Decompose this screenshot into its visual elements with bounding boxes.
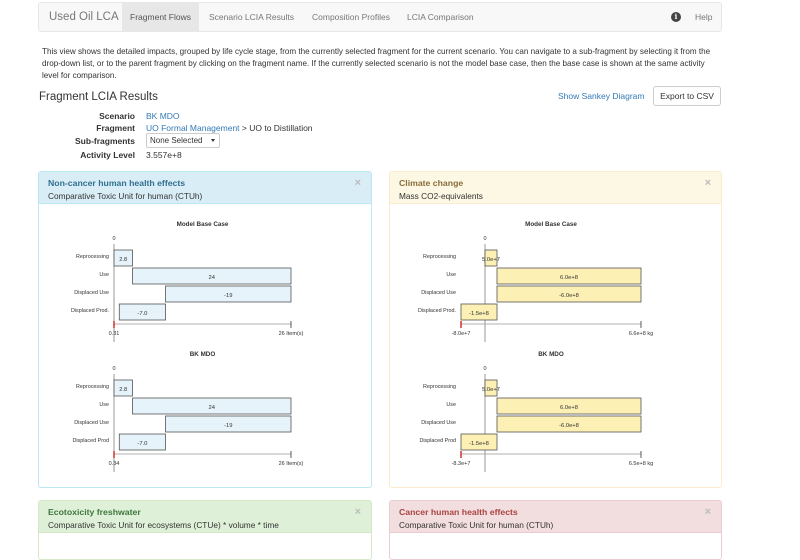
zero-label: 0 xyxy=(112,236,115,242)
panel-header: Ecotoxicity freshwater Comparative Toxic… xyxy=(39,501,371,533)
brand[interactable]: Used Oil LCA xyxy=(49,11,119,23)
stage-label: Use xyxy=(446,272,456,278)
zero-label: 0 xyxy=(112,366,115,372)
close-icon[interactable]: × xyxy=(705,506,711,518)
axis-min-label: -8.0e+7 xyxy=(452,331,471,337)
stage-label: Reprocessing xyxy=(423,254,456,260)
axis-min-label: -8.3e+7 xyxy=(452,461,471,467)
stage-label: Displaced Prod xyxy=(72,438,109,444)
chart-title: BK MDO xyxy=(190,351,216,358)
show-sankey-link[interactable]: Show Sankey Diagram xyxy=(558,91,644,101)
bar-value-label: -19 xyxy=(224,293,232,299)
help-link[interactable]: Help xyxy=(695,3,712,31)
stage-label: Use xyxy=(99,402,109,408)
bar-value-label: -7.0 xyxy=(137,311,147,317)
bar-value-label: -1.5e+8 xyxy=(469,441,489,447)
panel-subtitle: Comparative Toxic Unit for ecosystems (C… xyxy=(48,520,279,530)
tab-fragment-flows[interactable]: Fragment Flows xyxy=(122,3,199,31)
intro-text: This view shows the detailed impacts, gr… xyxy=(42,47,711,80)
panel-climate-change: Climate change Mass CO2-equivalents × Mo… xyxy=(389,171,722,488)
export-csv-button[interactable]: Export to CSV xyxy=(653,86,721,106)
close-icon[interactable]: × xyxy=(355,506,361,518)
panel-header: Non-cancer human health effects Comparat… xyxy=(39,172,371,204)
page-title: Fragment LCIA Results xyxy=(39,91,158,103)
axis-min-label: 0.31 xyxy=(109,331,120,337)
chart-title: BK MDO xyxy=(538,351,564,358)
subfragment-selected: None Selected xyxy=(150,136,203,145)
axis-max-label: 6.5e+8 kg xyxy=(629,461,653,467)
close-icon[interactable]: × xyxy=(355,177,361,189)
fragment-value: UO Formal Management > UO to Distillatio… xyxy=(146,123,313,133)
bar-value-label: -1.5e+8 xyxy=(469,311,489,317)
bar-value-label: 2.8 xyxy=(119,387,127,393)
subfragment-select[interactable]: None Selected xyxy=(146,133,220,148)
navbar: Used Oil LCA Fragment Flows Scenario LCI… xyxy=(38,2,722,32)
bar-value-label: -6.0e+8 xyxy=(559,423,579,429)
info-icon[interactable]: i xyxy=(671,12,681,22)
stage-label: Displaced Prod xyxy=(419,438,456,444)
stage-label: Reprocessing xyxy=(76,254,109,260)
stage-label: Reprocessing xyxy=(76,384,109,390)
waterfall-chart: BK MDO 0 Reprocessing 5.0e+7 Use 6.0e+8 Displa… xyxy=(419,351,653,472)
tab-scenario-lcia-results[interactable]: Scenario LCIA Results xyxy=(209,3,294,31)
bar-value-label: 24 xyxy=(209,275,216,281)
bar-value-label: -19 xyxy=(224,423,232,429)
panel-title: Cancer human health effects xyxy=(399,507,518,517)
bar-value-label: -7.0 xyxy=(137,441,147,447)
bar-value-label: 6.0e+8 xyxy=(560,405,578,411)
fragment-label: Fragment xyxy=(96,123,135,133)
stage-label: Displaced Use xyxy=(74,420,109,426)
waterfall-charts: Model Base Case 0 Reprocessing 5.0e+7 Use 6.0… xyxy=(418,221,653,472)
axis-max-label: 26 Item(s) xyxy=(279,461,304,467)
stage-label: Displaced Use xyxy=(421,290,456,296)
panel-title: Ecotoxicity freshwater xyxy=(48,507,141,517)
waterfall-chart: BK MDO 0 Reprocessing 2.8 Use 24 Displaced Use… xyxy=(72,351,304,472)
panel-ecotoxicity: Ecotoxicity freshwater Comparative Toxic… xyxy=(38,500,372,560)
scenario-label: Scenario xyxy=(99,111,135,121)
stage-label: Use xyxy=(446,402,456,408)
bar-value-label: 5.0e+7 xyxy=(482,387,500,393)
activity-level-value: 3.557e+8 xyxy=(146,150,182,160)
zero-label: 0 xyxy=(483,236,486,242)
zero-label: 0 xyxy=(483,366,486,372)
waterfall-chart: Model Base Case 0 Reprocessing 2.8 Use 24 Disp… xyxy=(71,221,304,342)
close-icon[interactable]: × xyxy=(705,177,711,189)
activity-level-label: Activity Level xyxy=(80,150,135,160)
bar-value-label: 5.0e+7 xyxy=(482,257,500,263)
panel-title: Non-cancer human health effects xyxy=(48,178,186,188)
waterfall-chart: Model Base Case 0 Reprocessing 5.0e+7 Use 6.0… xyxy=(418,221,653,342)
panel-subtitle: Comparative Toxic Unit for human (CTUh) xyxy=(48,191,203,201)
bar-value-label: 24 xyxy=(209,405,216,411)
bar-value-label: 6.0e+8 xyxy=(560,275,578,281)
axis-max-label: 6.6e+8 kg xyxy=(629,331,653,337)
bar-value-label: -6.0e+8 xyxy=(559,293,579,299)
panel-title: Climate change xyxy=(399,178,464,188)
bar-value-label: 2.8 xyxy=(119,257,127,263)
panel-subtitle: Comparative Toxic Unit for human (CTUh) xyxy=(399,520,554,530)
stage-label: Displaced Use xyxy=(74,290,109,296)
stage-label: Displaced Use xyxy=(421,420,456,426)
chevron-down-icon xyxy=(211,139,215,142)
waterfall-charts: Model Base Case 0 Reprocessing 2.8 Use 24 Disp… xyxy=(71,221,304,472)
panel-cancer: Cancer human health effects Comparative … xyxy=(389,500,722,560)
tab-lcia-comparison[interactable]: LCIA Comparison xyxy=(407,3,474,31)
stage-label: Displaced Prod. xyxy=(71,308,109,314)
scenario-value: BK MDO xyxy=(146,111,180,121)
parent-fragment-link[interactable]: UO Formal Management xyxy=(146,123,240,133)
chart-title: Model Base Case xyxy=(177,221,229,228)
panel-header: Cancer human health effects Comparative … xyxy=(390,501,721,533)
axis-min-label: 0.34 xyxy=(109,461,120,467)
stage-label: Displaced Prod. xyxy=(418,308,456,314)
panel-subtitle: Mass CO2-equivalents xyxy=(399,191,483,201)
chart-title: Model Base Case xyxy=(525,221,577,228)
fragment-name: > UO to Distillation xyxy=(239,123,313,133)
stage-label: Use xyxy=(99,272,109,278)
tab-composition-profiles[interactable]: Composition Profiles xyxy=(312,3,390,31)
axis-max-label: 26 Item(s) xyxy=(279,331,304,337)
panel-non-cancer: Non-cancer human health effects Comparat… xyxy=(38,171,372,488)
panel-header: Climate change Mass CO2-equivalents × xyxy=(390,172,721,204)
subfragments-label: Sub-fragments xyxy=(75,136,135,146)
stage-label: Reprocessing xyxy=(423,384,456,390)
